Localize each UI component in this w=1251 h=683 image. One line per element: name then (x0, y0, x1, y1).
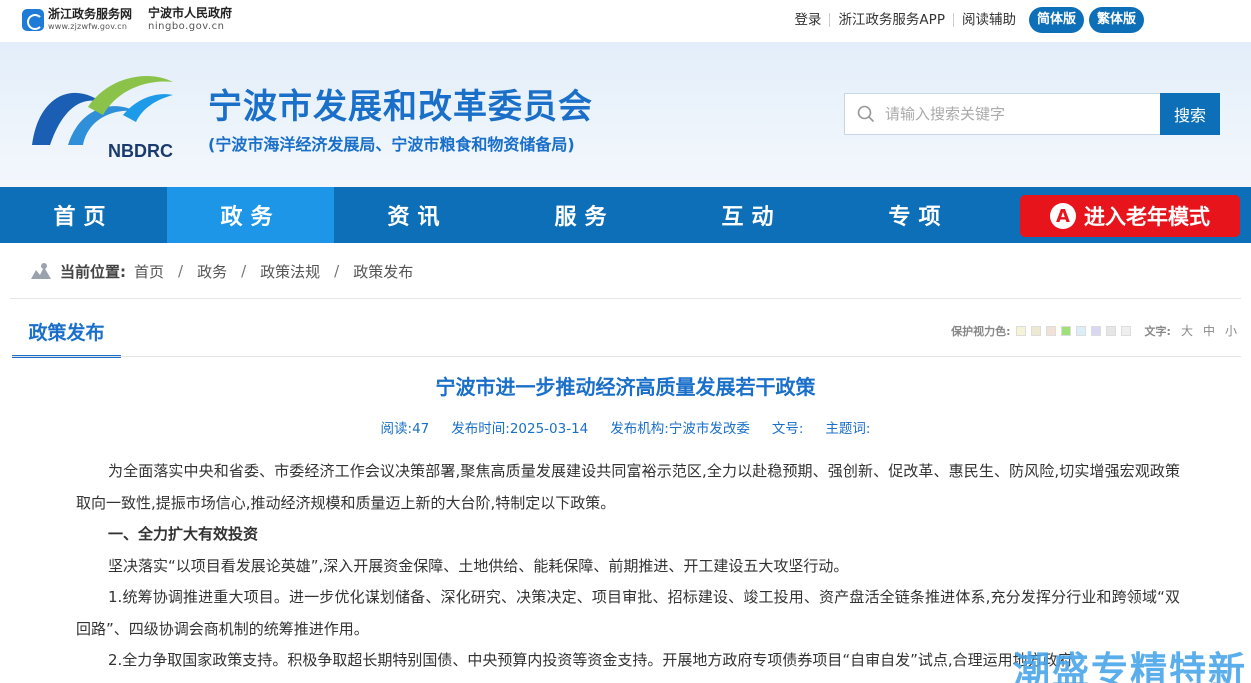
top-links: 登录 浙江政务服务APP 阅读辅助 简体版 繁体版 (786, 7, 1144, 33)
breadcrumb-label: 当前位置: (60, 262, 126, 281)
site-title: 宁波市发展和改革委员会 (208, 87, 593, 127)
location-icon (31, 263, 51, 279)
paragraph: 坚决落实“以项目看发展论英雄”,深入开展资金保障、土地供给、能耗保障、前期推进、… (108, 556, 849, 575)
nbdrc-logo-icon[interactable]: NBDRC (28, 67, 178, 162)
site-subtitle: (宁波市海洋经济发展局、宁波市粮食和物资储备局) (208, 135, 575, 154)
eye-color-swatch[interactable] (1090, 325, 1101, 336)
watermark: 潮盛专精特新 (1013, 649, 1247, 683)
site-header: NBDRC 宁波市发展和改革委员会 (宁波市海洋经济发展局、宁波市粮食和物资储备… (0, 42, 1251, 187)
breadcrumb-separator: / (178, 262, 184, 280)
eye-color-swatch[interactable] (1060, 325, 1071, 336)
font-size-medium[interactable]: 中 (1203, 322, 1215, 339)
publish-org: 发布机构:宁波市发改委 (610, 421, 750, 437)
elder-mode-button[interactable]: A 进入老年模式 (1020, 195, 1240, 237)
eye-color-swatch[interactable] (1045, 325, 1056, 336)
ningbo-gov-name: 宁波市人民政府 (148, 6, 233, 20)
font-size-small[interactable]: 小 (1225, 322, 1237, 339)
zjzwfw-name: 浙江政务服务网 (48, 7, 133, 21)
reading-tools: 保护视力色: 文字: 大 中 小 (951, 322, 1237, 339)
eye-color-swatch[interactable] (1120, 325, 1131, 336)
breadcrumb-home[interactable]: 首页 (134, 261, 164, 282)
elder-mode-label: 进入老年模式 (1084, 205, 1210, 229)
eye-color-swatches (1011, 325, 1131, 336)
section-heading: 一、全力扩大有效投资 (108, 525, 259, 543)
article-title: 宁波市进一步推动经济高质量发展若干政策 (435, 375, 816, 399)
eye-color-swatch[interactable] (1105, 325, 1116, 336)
read-count: 阅读:47 (380, 421, 430, 437)
nav-item-news[interactable]: 资讯 (334, 187, 501, 243)
search-input[interactable] (885, 105, 1145, 123)
document-number: 文号: (771, 421, 804, 437)
paragraph: 1.统筹协调推进重大项目。进一步优化谋划储备、深化研究、决策决定、项目审批、招标… (76, 588, 1180, 638)
breadcrumb-separator: / (241, 262, 247, 280)
ningbo-gov-url: ningbo.gov.cn (148, 21, 225, 32)
zjzwfw-url: www.zjzwfw.gov.cn (48, 22, 128, 31)
zjzwfw-logo[interactable]: 浙江政务服务网 www.zjzwfw.gov.cn (48, 8, 132, 31)
traditional-button[interactable]: 繁体版 (1088, 7, 1144, 33)
nav-item-service[interactable]: 服务 (501, 187, 668, 243)
font-size-large[interactable]: 大 (1181, 322, 1193, 339)
elder-mode-icon: A (1050, 203, 1076, 229)
breadcrumb-separator: / (334, 262, 340, 280)
app-link[interactable]: 浙江政务服务APP (829, 13, 953, 27)
search-box (844, 93, 1160, 135)
font-size-label: 文字: (1144, 324, 1171, 338)
breadcrumb-government[interactable]: 政务 (197, 261, 227, 282)
search-button[interactable]: 搜索 (1160, 93, 1220, 135)
eye-color-swatch[interactable] (1015, 325, 1026, 336)
breadcrumb: 当前位置: 首页 / 政务 / 政策法规 / 政策发布 (30, 257, 413, 285)
topic-words: 主题词: (825, 421, 871, 437)
nav-item-special[interactable]: 专项 (835, 187, 1002, 243)
nbdrc-logo-text: NBDRC (108, 141, 173, 161)
divider (12, 356, 1241, 357)
search-icon (857, 105, 875, 123)
breadcrumb-policy-release[interactable]: 政策发布 (353, 261, 413, 282)
login-link[interactable]: 登录 (786, 13, 829, 27)
top-bar: 浙江政务服务网 www.zjzwfw.gov.cn 宁波市人民政府 ningbo… (0, 0, 1251, 42)
eye-color-swatch[interactable] (1075, 325, 1086, 336)
publish-date: 发布时间:2025-03-14 (451, 421, 589, 437)
zjzwfw-logo-icon[interactable] (22, 8, 44, 31)
article-meta: 阅读:47 发布时间:2025-03-14 发布机构:宁波市发改委 文号: 主题… (0, 417, 1251, 437)
divider (10, 298, 1241, 299)
nav-item-interaction[interactable]: 互动 (668, 187, 835, 243)
eye-color-swatch[interactable] (1030, 325, 1041, 336)
simplified-button[interactable]: 简体版 (1028, 7, 1084, 33)
paragraph: 为全面落实中央和省委、市委经济工作会议决策部署,聚焦高质量发展建设共同富裕示范区… (76, 462, 1180, 512)
ningbo-gov-logo[interactable]: 宁波市人民政府 ningbo.gov.cn (148, 7, 232, 32)
nav-item-government[interactable]: 政务 (167, 187, 334, 243)
section-title: 政策发布 (12, 308, 121, 358)
nav-item-home[interactable]: 首页 (0, 187, 167, 243)
reading-aid-link[interactable]: 阅读辅助 (952, 13, 1024, 27)
search-bar: 搜索 (844, 93, 1220, 135)
breadcrumb-policy-regulations[interactable]: 政策法规 (260, 261, 320, 282)
top-logos: 浙江政务服务网 www.zjzwfw.gov.cn 宁波市人民政府 ningbo… (22, 7, 232, 32)
eye-protection-label: 保护视力色: (951, 324, 1011, 338)
